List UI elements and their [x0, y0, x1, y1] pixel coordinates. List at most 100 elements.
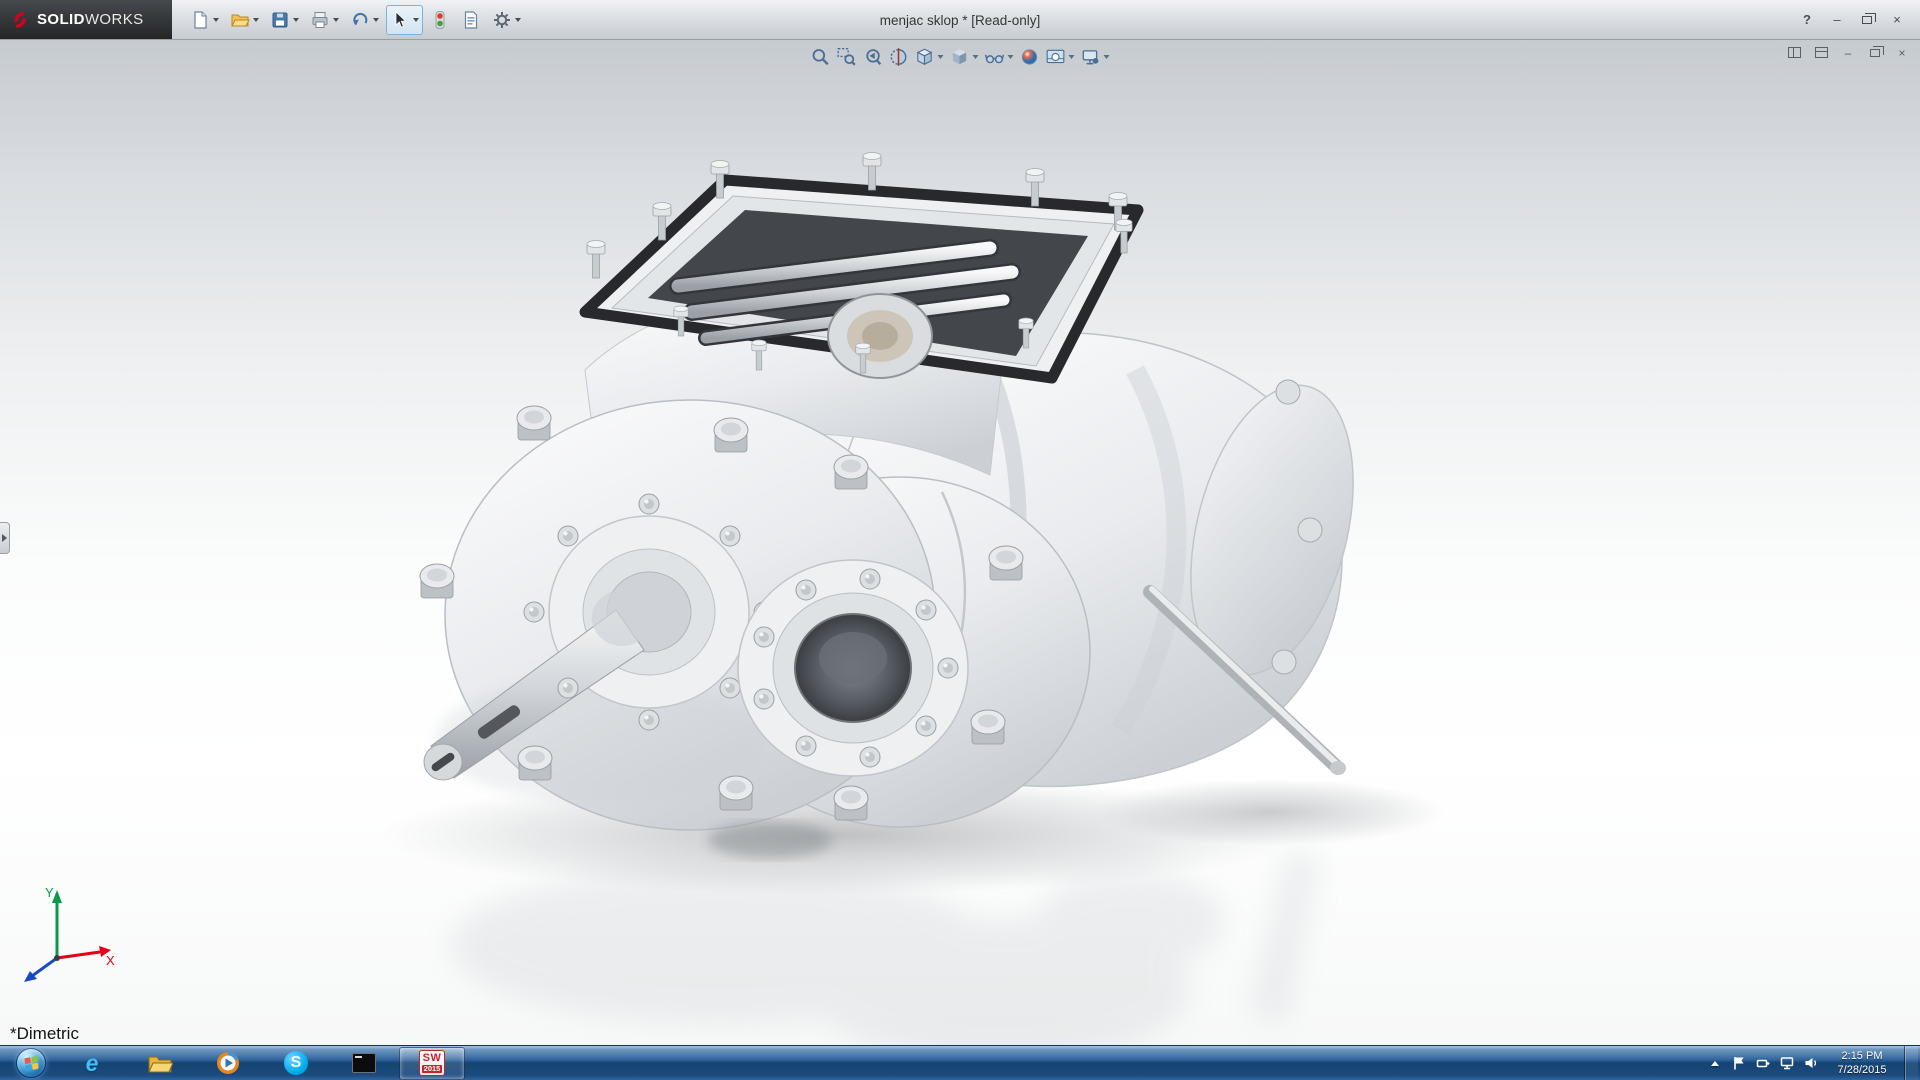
internet-explorer-icon: e: [86, 1050, 99, 1077]
hide-show-glasses-icon: [985, 47, 1005, 67]
output-bore[interactable]: [738, 560, 968, 776]
display-style-caret[interactable]: [973, 55, 979, 59]
media-player-icon: [215, 1050, 241, 1076]
clock-date: 7/28/2015: [1834, 1063, 1890, 1077]
brand-text: SOLIDWORKS: [37, 11, 144, 28]
view-settings-button[interactable]: [1079, 45, 1112, 69]
windows-orb-icon: [16, 1048, 46, 1078]
folder-icon: [147, 1052, 173, 1074]
view-orientation-cube-icon: [915, 47, 935, 67]
system-tray: 2:15 PM 7/28/2015: [1706, 1046, 1920, 1080]
previous-view-icon: [863, 47, 883, 67]
taskbar-internet-explorer[interactable]: e: [59, 1047, 125, 1080]
taskbar-clock[interactable]: 2:15 PM 7/28/2015: [1826, 1049, 1898, 1078]
view-settings-caret[interactable]: [1104, 55, 1110, 59]
print-dropdown-caret[interactable]: [333, 18, 339, 22]
hidden-icons-button[interactable]: [1706, 1051, 1724, 1075]
x-axis-label: X: [106, 953, 115, 968]
display-style-button[interactable]: [948, 45, 981, 69]
undo-dropdown-caret[interactable]: [373, 18, 379, 22]
doc-close-button[interactable]: ×: [1892, 44, 1912, 61]
select-cursor-icon: [390, 10, 410, 30]
file-properties-button[interactable]: [457, 5, 485, 35]
edit-appearance-button[interactable]: [1018, 45, 1042, 69]
new-dropdown-caret[interactable]: [213, 18, 219, 22]
taskbar-media-player[interactable]: [195, 1047, 261, 1080]
open-folder-icon: [230, 10, 250, 30]
doc-restore-button[interactable]: [1865, 44, 1885, 61]
start-button[interactable]: [4, 1046, 58, 1080]
taskbar-solidworks[interactable]: SW 2015: [399, 1047, 465, 1080]
save-dropdown-caret[interactable]: [293, 18, 299, 22]
doc-restore-icon: [1870, 49, 1880, 57]
options-dropdown-caret[interactable]: [515, 18, 521, 22]
section-view-button[interactable]: [887, 45, 911, 69]
new-document-icon: [190, 10, 210, 30]
pane-vertical-icon: [1788, 47, 1801, 58]
close-button[interactable]: ×: [1884, 9, 1910, 31]
windows-taskbar: e S: [0, 1045, 1920, 1080]
apply-scene-button[interactable]: [1044, 45, 1077, 69]
hide-show-caret[interactable]: [1008, 55, 1014, 59]
help-button[interactable]: ?: [1794, 9, 1820, 31]
taskbar-skype[interactable]: S: [263, 1047, 329, 1080]
print-button[interactable]: [306, 5, 343, 35]
apply-scene-caret[interactable]: [1069, 55, 1075, 59]
previous-view-button[interactable]: [861, 45, 885, 69]
window-controls: ? – ×: [1784, 0, 1920, 39]
safely-remove-hardware-icon: [1755, 1055, 1771, 1071]
doc-minimize-button[interactable]: –: [1838, 44, 1858, 61]
action-center-button[interactable]: [1730, 1051, 1748, 1075]
edit-appearance-ball-icon: [1020, 47, 1040, 67]
network-icon: [1779, 1055, 1795, 1071]
network-button[interactable]: [1778, 1051, 1796, 1075]
save-icon: [270, 10, 290, 30]
view-orientation-button[interactable]: [913, 45, 946, 69]
apply-scene-icon: [1046, 47, 1066, 67]
select-tool-button[interactable]: [386, 5, 423, 35]
options-button[interactable]: [488, 5, 525, 35]
solidworks-app-icon: SW 2015: [419, 1050, 445, 1076]
zoom-to-area-button[interactable]: [835, 45, 859, 69]
new-document-button[interactable]: [186, 5, 223, 35]
taskbar-command-prompt[interactable]: [331, 1047, 397, 1080]
undo-icon: [350, 10, 370, 30]
orientation-triad: Y X: [2, 873, 122, 993]
cover-port[interactable]: [828, 294, 932, 378]
gearbox-model[interactable]: [0, 40, 1920, 1045]
y-axis-label: Y: [45, 885, 54, 900]
taskbar-apps: e S: [0, 1046, 466, 1080]
zoom-to-area-icon: [837, 47, 857, 67]
hardware-button[interactable]: [1754, 1051, 1772, 1075]
save-button[interactable]: [266, 5, 303, 35]
display-pane-vertical-button[interactable]: [1784, 44, 1804, 61]
show-desktop-button[interactable]: [1904, 1046, 1918, 1080]
rebuild-traffic-light-icon: [430, 10, 450, 30]
document-window-controls: – ×: [1784, 44, 1912, 61]
options-gear-icon: [492, 10, 512, 30]
section-view-icon: [889, 47, 909, 67]
select-dropdown-caret[interactable]: [413, 18, 419, 22]
print-icon: [310, 10, 330, 30]
rebuild-button[interactable]: [426, 5, 454, 35]
hide-show-items-button[interactable]: [983, 45, 1016, 69]
open-dropdown-caret[interactable]: [253, 18, 259, 22]
open-button[interactable]: [226, 5, 263, 35]
zoom-to-fit-button[interactable]: [809, 45, 833, 69]
standard-toolbar: [172, 0, 525, 39]
titlebar: SOLIDWORKS: [0, 0, 1920, 40]
display-pane-horizontal-button[interactable]: [1811, 44, 1831, 61]
volume-button[interactable]: [1802, 1051, 1820, 1075]
skype-icon: S: [284, 1051, 308, 1075]
view-orientation-caret[interactable]: [938, 55, 944, 59]
taskbar-windows-explorer[interactable]: [127, 1047, 193, 1080]
minimize-button[interactable]: –: [1824, 9, 1850, 31]
restore-button[interactable]: [1854, 9, 1880, 31]
undo-button[interactable]: [346, 5, 383, 35]
clock-time: 2:15 PM: [1834, 1049, 1890, 1063]
graphics-viewport[interactable]: – ×: [0, 40, 1920, 1045]
heads-up-view-toolbar: [803, 43, 1118, 71]
restore-icon: [1862, 16, 1872, 24]
volume-icon: [1803, 1055, 1819, 1071]
featuremanager-collapse-tab[interactable]: [0, 522, 10, 554]
